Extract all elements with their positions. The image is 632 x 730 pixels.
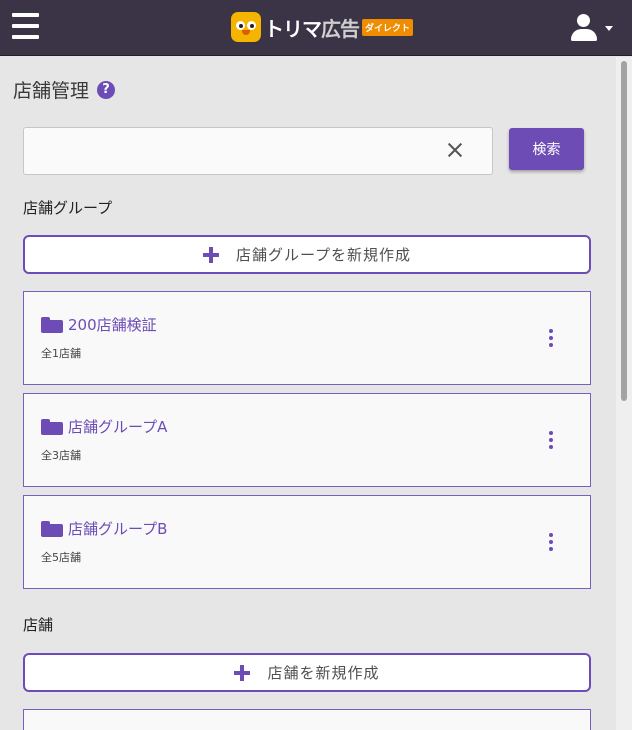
more-options-icon[interactable] xyxy=(545,533,557,551)
folder-icon xyxy=(41,418,63,435)
penguin-logo-icon xyxy=(231,12,261,42)
hamburger-menu-icon[interactable] xyxy=(12,13,40,39)
store-group-count: 全1店舗 xyxy=(41,347,81,360)
scrollbar-thumb[interactable] xyxy=(621,61,627,401)
page-scrollbar[interactable] xyxy=(616,57,632,730)
clear-search-icon[interactable] xyxy=(446,141,464,159)
search-input[interactable] xyxy=(23,127,493,175)
store-group-card[interactable]: 店舗グループA 全3店舗 xyxy=(23,393,591,487)
store-group-count: 全3店舗 xyxy=(41,449,81,462)
user-icon xyxy=(577,14,590,27)
more-options-icon[interactable] xyxy=(545,431,557,449)
caret-down-icon xyxy=(605,26,613,31)
app-header: トリマ広告 ダイレクト xyxy=(0,0,632,56)
store-card[interactable] xyxy=(23,709,591,730)
help-icon[interactable]: ? xyxy=(97,80,116,99)
folder-icon xyxy=(41,520,63,537)
add-store-group-button[interactable]: 店舗グループを新規作成 xyxy=(23,235,591,274)
page-title: 店舗管理 xyxy=(13,80,90,102)
store-group-card[interactable]: 店舗グループB 全5店舗 xyxy=(23,495,591,589)
plus-icon xyxy=(234,664,251,681)
add-store-button[interactable]: 店舗を新規作成 xyxy=(23,653,591,692)
logo-badge: ダイレクト xyxy=(362,18,414,36)
more-options-icon[interactable] xyxy=(545,329,557,347)
search-button[interactable]: 検索 xyxy=(509,128,584,170)
stores-section-title: 店舗 xyxy=(23,616,54,634)
store-groups-section-title: 店舗グループ xyxy=(23,199,113,217)
user-menu-button[interactable] xyxy=(570,12,620,44)
folder-icon xyxy=(41,316,63,333)
store-group-card[interactable]: 200店舗検証 全1店舗 xyxy=(23,291,591,385)
plus-icon xyxy=(202,246,219,263)
store-group-count: 全5店舗 xyxy=(41,551,81,564)
store-group-name: 店舗グループA xyxy=(68,418,168,436)
add-store-group-label: 店舗グループを新規作成 xyxy=(235,246,412,264)
store-group-name: 200店舗検証 xyxy=(68,316,157,334)
store-group-name: 店舗グループB xyxy=(68,520,168,538)
logo-text: トリマ広告 xyxy=(264,16,360,41)
page-header: 店舗管理 ? xyxy=(13,76,116,103)
add-store-label: 店舗を新規作成 xyxy=(267,664,380,682)
app-logo[interactable]: トリマ広告 ダイレクト xyxy=(231,11,414,43)
